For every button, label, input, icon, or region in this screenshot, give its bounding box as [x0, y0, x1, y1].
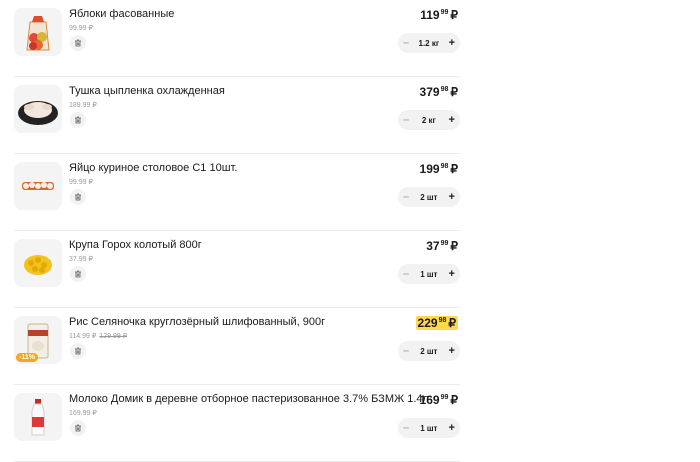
quantity-stepper: – 1 шт +	[398, 418, 460, 438]
unit-price: 114.99 ₽129.99 ₽	[69, 332, 127, 340]
cart-item: Крупа Горох колотый 800г 37.99 ₽ 3799 ₽ –…	[14, 231, 460, 308]
quantity-stepper: – 2 кг +	[398, 110, 460, 130]
price-integer: 229	[417, 316, 438, 330]
delete-button[interactable]	[70, 112, 86, 128]
trash-icon	[75, 193, 81, 201]
discount-badge: -11%	[16, 353, 38, 362]
quantity-value: 1 шт	[420, 423, 438, 433]
delete-button[interactable]	[70, 266, 86, 282]
price-integer: 119	[420, 8, 440, 22]
quantity-stepper: – 2 шт +	[398, 187, 460, 207]
product-image[interactable]: -11%	[14, 316, 62, 364]
delete-button[interactable]	[70, 35, 86, 51]
cart-item: -11% Рис Селяночка круглозёрный шлифован…	[14, 308, 460, 385]
unit-price: 189.99 ₽	[69, 101, 97, 109]
price-decimal: 98	[440, 163, 449, 170]
delete-button[interactable]	[70, 420, 86, 436]
cart-item: Яйцо куриное столовое С1 10шт. 99.99 ₽ 1…	[14, 154, 460, 231]
unit-price-value: 114.99 ₽	[69, 333, 97, 340]
quantity-stepper: – 1 шт +	[398, 264, 460, 284]
milk-bottle-icon	[31, 399, 45, 436]
price-decimal: 99	[440, 9, 449, 16]
product-name[interactable]: Рис Селяночка круглозёрный шлифованный, …	[69, 316, 325, 328]
apples-bag-icon	[26, 16, 50, 51]
cart-item: Яблоки фасованные 99.99 ₽ 11999 ₽ – 1.2 к…	[14, 0, 460, 77]
trash-icon	[75, 347, 81, 355]
product-price: 19998 ₽	[420, 162, 458, 176]
increase-button[interactable]: +	[449, 268, 455, 280]
unit-price: 37.99 ₽	[69, 255, 93, 263]
trash-icon	[75, 424, 81, 432]
unit-price-value: 37.99 ₽	[69, 256, 93, 263]
product-image[interactable]	[14, 393, 62, 441]
chicken-icon	[18, 101, 58, 125]
product-image[interactable]	[14, 85, 62, 133]
decrease-button[interactable]: –	[403, 114, 409, 126]
decrease-button[interactable]: –	[403, 422, 409, 434]
peas-icon	[24, 255, 52, 275]
price-integer: 37	[426, 239, 440, 253]
product-name[interactable]: Тушка цыпленка охлажденная	[69, 85, 225, 97]
product-name[interactable]: Яйцо куриное столовое С1 10шт.	[69, 162, 237, 174]
decrease-button[interactable]: –	[403, 37, 409, 49]
price-decimal: 99	[440, 240, 449, 247]
trash-icon	[75, 270, 81, 278]
cart-list: Яблоки фасованные 99.99 ₽ 11999 ₽ – 1.2 к…	[14, 0, 460, 462]
quantity-value: 1.2 кг	[418, 38, 440, 48]
eggs-icon	[22, 182, 54, 190]
currency-symbol: ₽	[450, 162, 458, 176]
product-price: 16999 ₽	[420, 393, 458, 407]
product-price: 11999 ₽	[420, 8, 458, 22]
quantity-value: 1 шт	[420, 269, 438, 279]
increase-button[interactable]: +	[449, 114, 455, 126]
currency-symbol: ₽	[450, 239, 458, 253]
product-image[interactable]	[14, 239, 62, 287]
delete-button[interactable]	[70, 189, 86, 205]
currency-symbol: ₽	[450, 393, 458, 407]
price-integer: 199	[419, 162, 440, 176]
currency-symbol: ₽	[450, 85, 458, 99]
unit-price-value: 99.99 ₽	[69, 179, 93, 186]
product-name[interactable]: Яблоки фасованные	[69, 8, 174, 20]
product-image[interactable]	[14, 8, 62, 56]
product-price: 22998 ₽	[415, 316, 458, 330]
increase-button[interactable]: +	[449, 422, 455, 434]
price-decimal: 98	[440, 86, 449, 93]
price-integer: 379	[419, 85, 440, 99]
price-decimal: 98	[438, 317, 447, 324]
product-name[interactable]: Крупа Горох колотый 800г	[69, 239, 202, 251]
currency-symbol: ₽	[448, 316, 456, 330]
quantity-value: 2 шт	[420, 346, 438, 356]
unit-price: 169.99 ₽	[69, 409, 97, 417]
quantity-value: 2 кг	[421, 115, 436, 125]
old-price: 129.99 ₽	[99, 333, 128, 340]
quantity-value: 2 шт	[420, 192, 438, 202]
increase-button[interactable]: +	[449, 345, 455, 357]
currency-symbol: ₽	[450, 8, 458, 22]
price-integer: 169	[419, 393, 440, 407]
delete-button[interactable]	[70, 343, 86, 359]
decrease-button[interactable]: –	[403, 268, 409, 280]
trash-icon	[75, 116, 81, 124]
product-image[interactable]	[14, 162, 62, 210]
price-decimal: 99	[440, 394, 449, 401]
quantity-stepper: – 2 шт +	[398, 341, 460, 361]
unit-price-value: 99.99 ₽	[69, 25, 93, 32]
cart-item: Молоко Домик в деревне отборное пастериз…	[14, 385, 460, 462]
unit-price: 99.99 ₽	[69, 178, 93, 186]
quantity-stepper: – 1.2 кг +	[398, 33, 460, 53]
unit-price-value: 169.99 ₽	[69, 410, 97, 417]
product-price: 37998 ₽	[420, 85, 458, 99]
product-name[interactable]: Молоко Домик в деревне отборное пастериз…	[69, 393, 429, 405]
product-price: 3799 ₽	[426, 239, 458, 253]
increase-button[interactable]: +	[449, 191, 455, 203]
decrease-button[interactable]: –	[403, 191, 409, 203]
increase-button[interactable]: +	[449, 37, 455, 49]
unit-price-value: 189.99 ₽	[69, 102, 97, 109]
cart-item: Тушка цыпленка охлажденная 189.99 ₽ 3799…	[14, 77, 460, 154]
trash-icon	[75, 39, 81, 47]
decrease-button[interactable]: –	[403, 345, 409, 357]
unit-price: 99.99 ₽	[69, 24, 93, 32]
